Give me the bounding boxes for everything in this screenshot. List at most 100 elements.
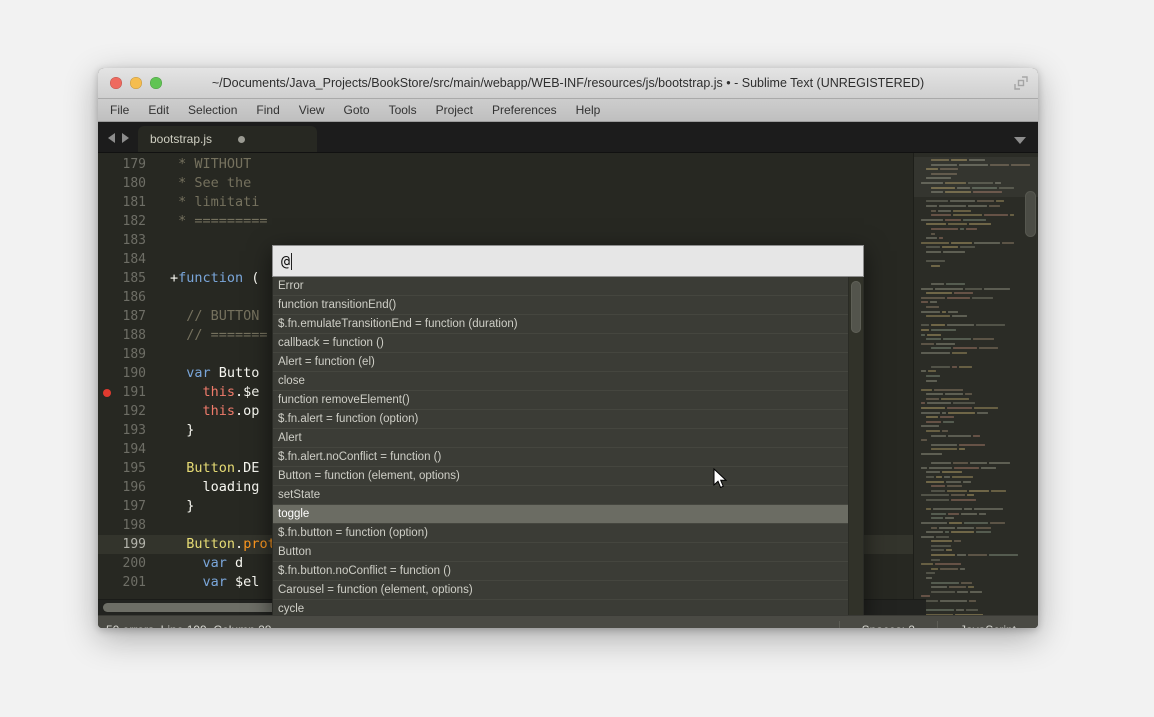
zoom-button[interactable]	[150, 77, 162, 89]
menu-item-view[interactable]: View	[297, 102, 327, 118]
symbol-list-item[interactable]: $.fn.button.noConflict = function ()	[273, 562, 863, 581]
minimap-line	[921, 338, 1033, 341]
minimap-token	[956, 609, 964, 612]
editor-vertical-scrollbar[interactable]	[1025, 191, 1036, 237]
symbol-list-item[interactable]: Button	[273, 543, 863, 562]
minimap-token	[926, 260, 945, 263]
minimap-token	[974, 508, 1003, 511]
symbol-list-item[interactable]: cycle	[273, 600, 863, 615]
minimap-token	[921, 466, 927, 469]
close-button[interactable]	[110, 77, 122, 89]
menu-item-edit[interactable]: Edit	[146, 102, 171, 118]
minimap-token	[938, 209, 951, 212]
minimap-token	[921, 425, 939, 428]
minimap-token	[931, 264, 940, 267]
symbol-list-item[interactable]: function transitionEnd()	[273, 296, 863, 315]
minimap-token	[936, 475, 942, 478]
symbol-list-item[interactable]: Alert	[273, 429, 863, 448]
symbol-list-item[interactable]: $.fn.emulateTransitionEnd = function (du…	[273, 315, 863, 334]
minimap-line	[921, 269, 1033, 272]
tab-bootstrap-js[interactable]: bootstrap.js	[138, 126, 317, 152]
code-token: this	[202, 403, 236, 419]
minimap-token	[926, 613, 953, 615]
menu-item-help[interactable]: Help	[574, 102, 603, 118]
menu-item-tools[interactable]: Tools	[387, 102, 419, 118]
minimap-token	[957, 554, 966, 557]
minimap-token	[954, 466, 979, 469]
unsaved-dot-icon[interactable]	[238, 135, 246, 143]
minimap-token	[940, 567, 958, 570]
minimap-token	[960, 246, 975, 249]
symbol-list[interactable]: Error function transitionEnd() $.fn.emulat…	[272, 277, 864, 615]
menu-item-project[interactable]: Project	[434, 102, 475, 118]
status-syntax[interactable]: JavaScript	[938, 623, 1038, 628]
symbol-list-scrollbar-thumb[interactable]	[851, 281, 861, 333]
code-line[interactable]: * See the	[160, 174, 913, 193]
symbol-list-scrollbar[interactable]	[848, 277, 863, 615]
arrow-right-icon[interactable]	[122, 133, 129, 143]
breakpoint-icon[interactable]	[103, 389, 111, 397]
line-number: 200	[122, 556, 146, 571]
goto-symbol-input[interactable]: @	[272, 245, 864, 277]
symbol-list-item[interactable]: setState	[273, 486, 863, 505]
minimap-token	[931, 581, 959, 584]
menu-item-find[interactable]: Find	[254, 102, 281, 118]
minimap-line	[921, 549, 1033, 552]
code-token: (	[243, 270, 260, 286]
minimap[interactable]	[913, 153, 1038, 615]
symbol-list-item[interactable]: $.fn.alert.noConflict = function ()	[273, 448, 863, 467]
fullscreen-icon[interactable]	[1012, 74, 1030, 92]
symbol-list-item[interactable]: $.fn.button = function (option)	[273, 524, 863, 543]
minimap-token	[951, 241, 972, 244]
minimap-token	[976, 324, 1005, 327]
minimap-token	[959, 448, 965, 451]
minimap-token	[933, 508, 962, 511]
minimap-token	[931, 232, 935, 235]
code-token: var	[202, 574, 227, 590]
minimap-line	[921, 462, 1033, 465]
title-bar[interactable]: ~/Documents/Java_Projects/BookStore/src/…	[98, 68, 1038, 99]
minimap-line	[921, 237, 1033, 240]
code-line[interactable]: * WITHOUT	[160, 155, 913, 174]
menu-item-file[interactable]: File	[108, 102, 131, 118]
menu-item-goto[interactable]: Goto	[342, 102, 372, 118]
minimap-token	[963, 218, 986, 221]
symbol-list-item[interactable]: close	[273, 372, 863, 391]
arrow-left-icon[interactable]	[108, 133, 115, 143]
symbol-list-item[interactable]: function removeElement()	[273, 391, 863, 410]
symbol-list-item[interactable]: Button = function (element, options)	[273, 467, 863, 486]
menu-item-preferences[interactable]: Preferences	[490, 102, 559, 118]
minimap-token	[954, 540, 961, 543]
minimap-token	[947, 324, 974, 327]
minimap-token	[953, 462, 968, 465]
minimap-line	[921, 480, 1033, 484]
symbol-list-item[interactable]: $.fn.alert = function (option)	[273, 410, 863, 429]
minimap-line	[921, 471, 1033, 474]
window-controls[interactable]	[98, 77, 162, 89]
code-line[interactable]: * =========	[160, 212, 913, 231]
symbol-list-item[interactable]: Error	[273, 277, 863, 296]
code-line[interactable]: * limitati	[160, 193, 913, 212]
minimap-token	[927, 333, 941, 336]
minimize-button[interactable]	[130, 77, 142, 89]
minimap-token	[930, 301, 937, 304]
minimap-line	[921, 521, 1033, 525]
status-indentation[interactable]: Spaces: 2	[840, 623, 937, 628]
symbol-list-item[interactable]: Alert = function (el)	[273, 353, 863, 372]
minimap-token	[942, 471, 962, 474]
menu-item-selection[interactable]: Selection	[186, 102, 239, 118]
symbol-list-item[interactable]: Carousel = function (element, options)	[273, 581, 863, 600]
minimap-token	[943, 250, 965, 253]
minimap-line	[921, 320, 1033, 323]
minimap-line	[921, 200, 1033, 203]
minimap-token	[931, 365, 950, 368]
symbol-list-item[interactable]: toggle	[273, 505, 863, 524]
minimap-token	[926, 471, 940, 474]
minimap-line	[921, 296, 1033, 300]
chevron-down-icon[interactable]	[1014, 137, 1026, 144]
symbol-list-item[interactable]: callback = function ()	[273, 334, 863, 353]
minimap-viewport[interactable]	[914, 157, 1038, 197]
